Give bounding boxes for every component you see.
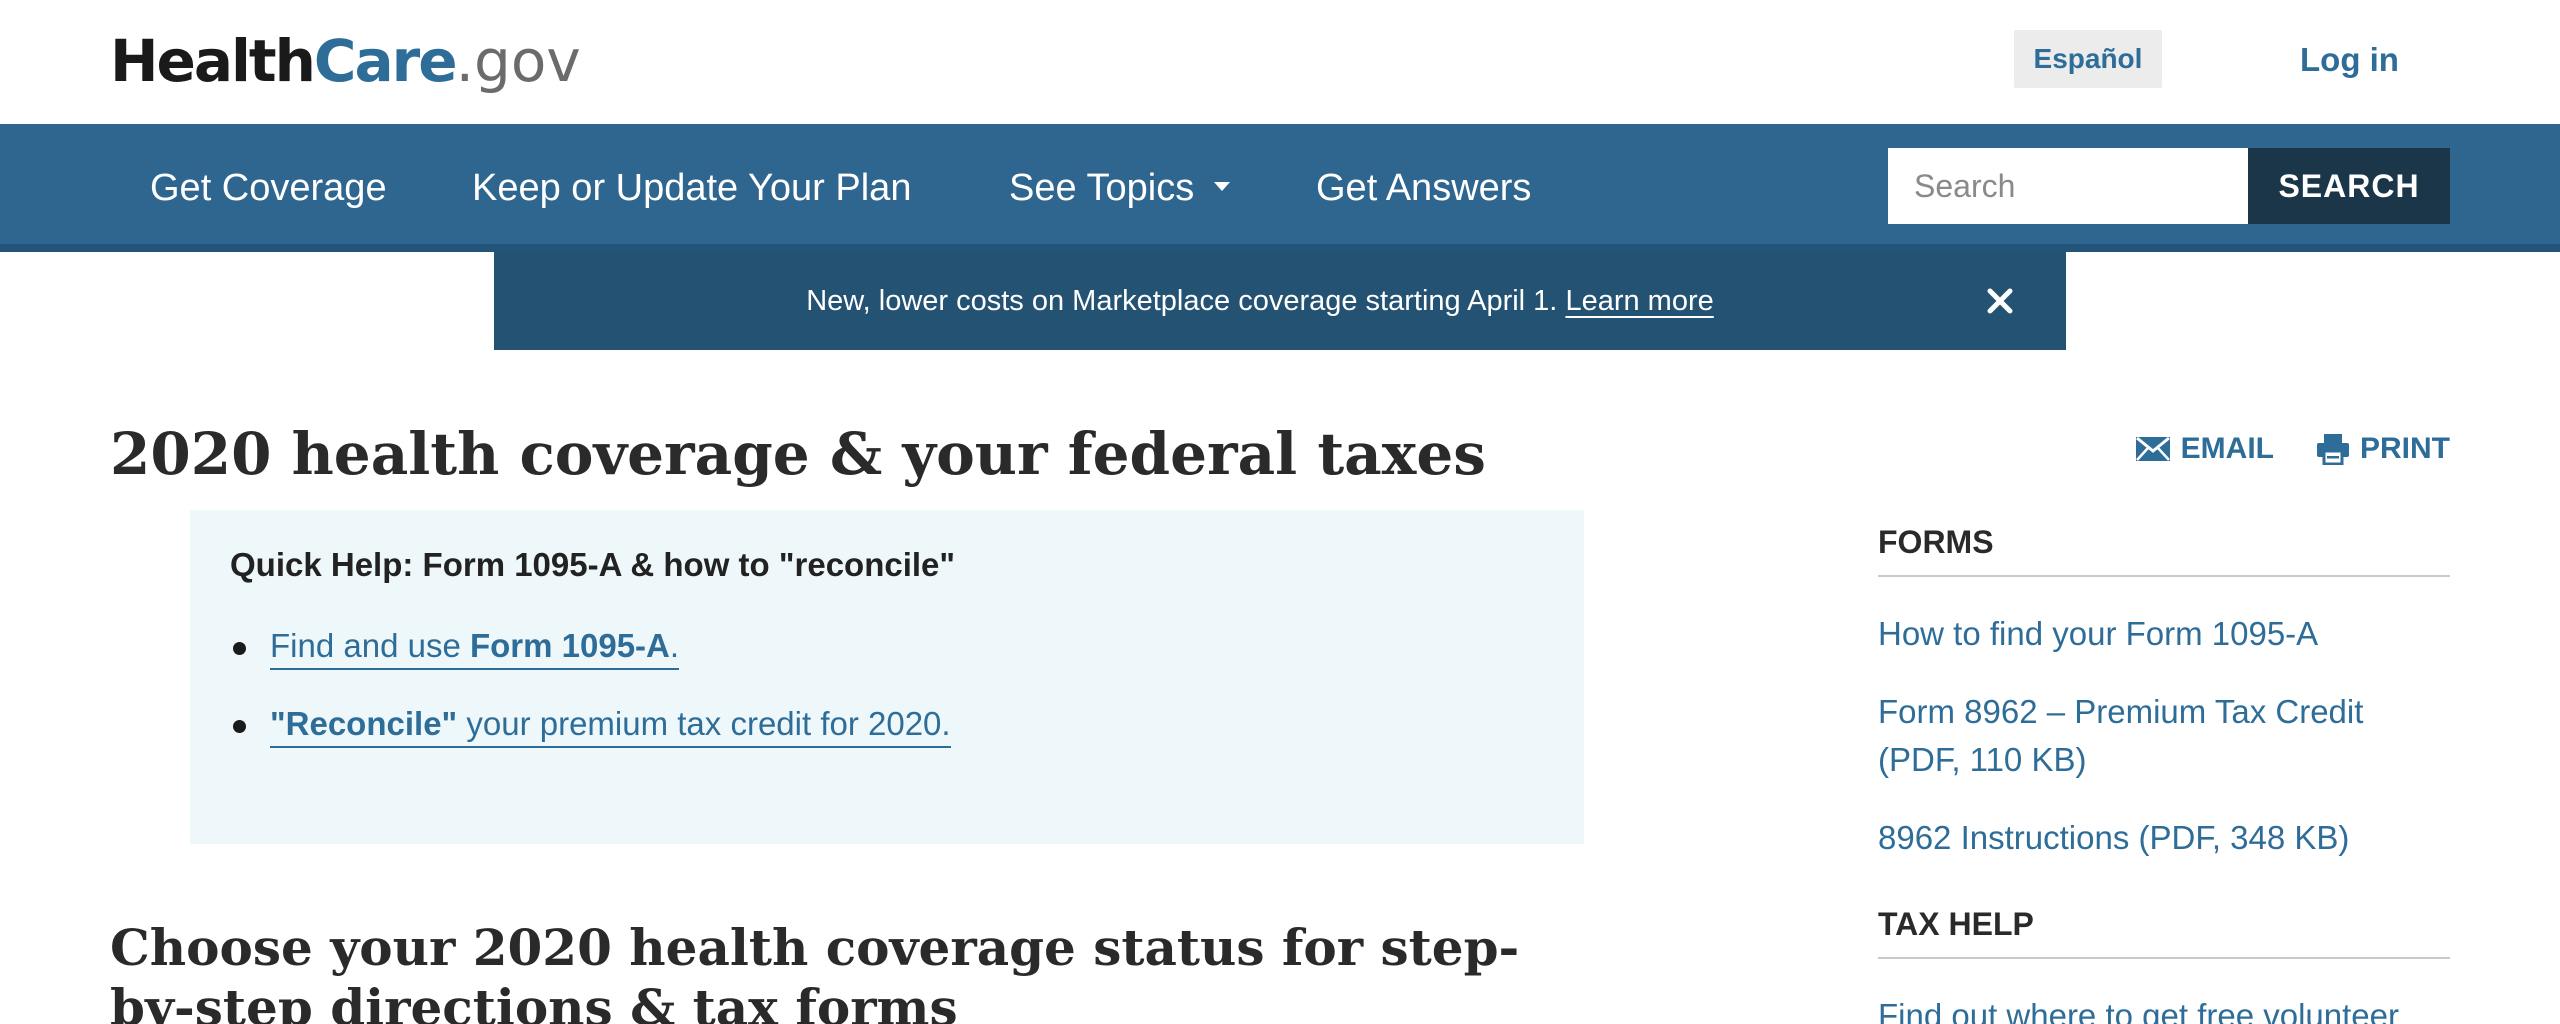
print-icon <box>2316 433 2350 465</box>
nav-see-topics[interactable]: See Topics <box>1009 124 1231 244</box>
nav-see-topics-label: See Topics <box>1009 167 1195 209</box>
page-actions: EMAIL PRINT <box>2135 432 2450 466</box>
search-button[interactable]: SEARCH <box>2248 148 2450 224</box>
email-icon <box>2135 434 2171 464</box>
logo-care: Care <box>313 27 458 95</box>
close-icon[interactable] <box>1980 281 2020 321</box>
nav-keep-or-update-plan[interactable]: Keep or Update Your Plan <box>472 124 911 244</box>
banner-text: New, lower costs on Marketplace coverage… <box>806 285 1558 317</box>
nav-get-coverage[interactable]: Get Coverage <box>150 124 387 244</box>
link-text-post: . <box>669 627 680 664</box>
email-label: EMAIL <box>2180 432 2274 465</box>
site-header: Health Care .gov Español Log in <box>0 0 2560 124</box>
sidebar-link-find-1095a[interactable]: How to find your Form 1095-A <box>1878 610 2450 658</box>
sidebar-link-free-volunteer[interactable]: Find out where to get free volunteer <box>1878 992 2450 1024</box>
email-action[interactable]: EMAIL <box>2135 432 2274 466</box>
logo-gov: .gov <box>455 27 581 95</box>
sidebar-link-8962-instructions[interactable]: 8962 Instructions (PDF, 348 KB) <box>1878 814 2450 862</box>
alert-banner: New, lower costs on Marketplace coverage… <box>494 252 2066 350</box>
link-text-bold: "Reconcile" <box>270 705 458 742</box>
link-text-bold: Form 1095-A <box>469 627 670 664</box>
logo-health: Health <box>110 27 316 95</box>
find-form-1095a-link[interactable]: Find and use Form 1095-A. <box>270 627 680 670</box>
quick-help-title: Quick Help: Form 1095-A & how to "reconc… <box>230 546 956 583</box>
list-item: "Reconcile" your premium tax credit for … <box>230 704 951 748</box>
sidebar-forms-heading: FORMS <box>1878 524 2450 577</box>
sidebar-tax-help-heading: TAX HELP <box>1878 906 2450 959</box>
main-nav: Get Coverage Keep or Update Your Plan Se… <box>0 124 2560 252</box>
quick-help-list: Find and use Form 1095-A. "Reconcile" yo… <box>230 626 951 782</box>
banner-message: New, lower costs on Marketplace coverage… <box>494 252 2066 350</box>
section-heading: Choose your 2020 health coverage status … <box>110 918 1520 1024</box>
link-text-post: your premium tax credit for 2020. <box>457 705 951 742</box>
nav-get-answers[interactable]: Get Answers <box>1316 124 1531 244</box>
print-label: PRINT <box>2360 432 2450 465</box>
banner-learn-more-link[interactable]: Learn more <box>1565 285 1713 317</box>
page-title: 2020 health coverage & your federal taxe… <box>110 420 1486 488</box>
search-input[interactable] <box>1888 148 2248 224</box>
print-action[interactable]: PRINT <box>2316 432 2450 466</box>
reconcile-premium-tax-credit-link[interactable]: "Reconcile" your premium tax credit for … <box>270 705 951 748</box>
sidebar-link-form-8962[interactable]: Form 8962 – Premium Tax Credit (PDF, 110… <box>1878 688 2450 784</box>
espanol-button[interactable]: Español <box>2014 30 2162 88</box>
link-text-pre: Find and use <box>270 627 470 664</box>
login-link[interactable]: Log in <box>2300 34 2399 86</box>
quick-help-box: Quick Help: Form 1095-A & how to "reconc… <box>190 510 1584 844</box>
list-item: Find and use Form 1095-A. <box>230 626 951 670</box>
healthcare-gov-logo[interactable]: Health Care .gov <box>110 26 581 96</box>
caret-down-icon <box>1214 182 1231 192</box>
